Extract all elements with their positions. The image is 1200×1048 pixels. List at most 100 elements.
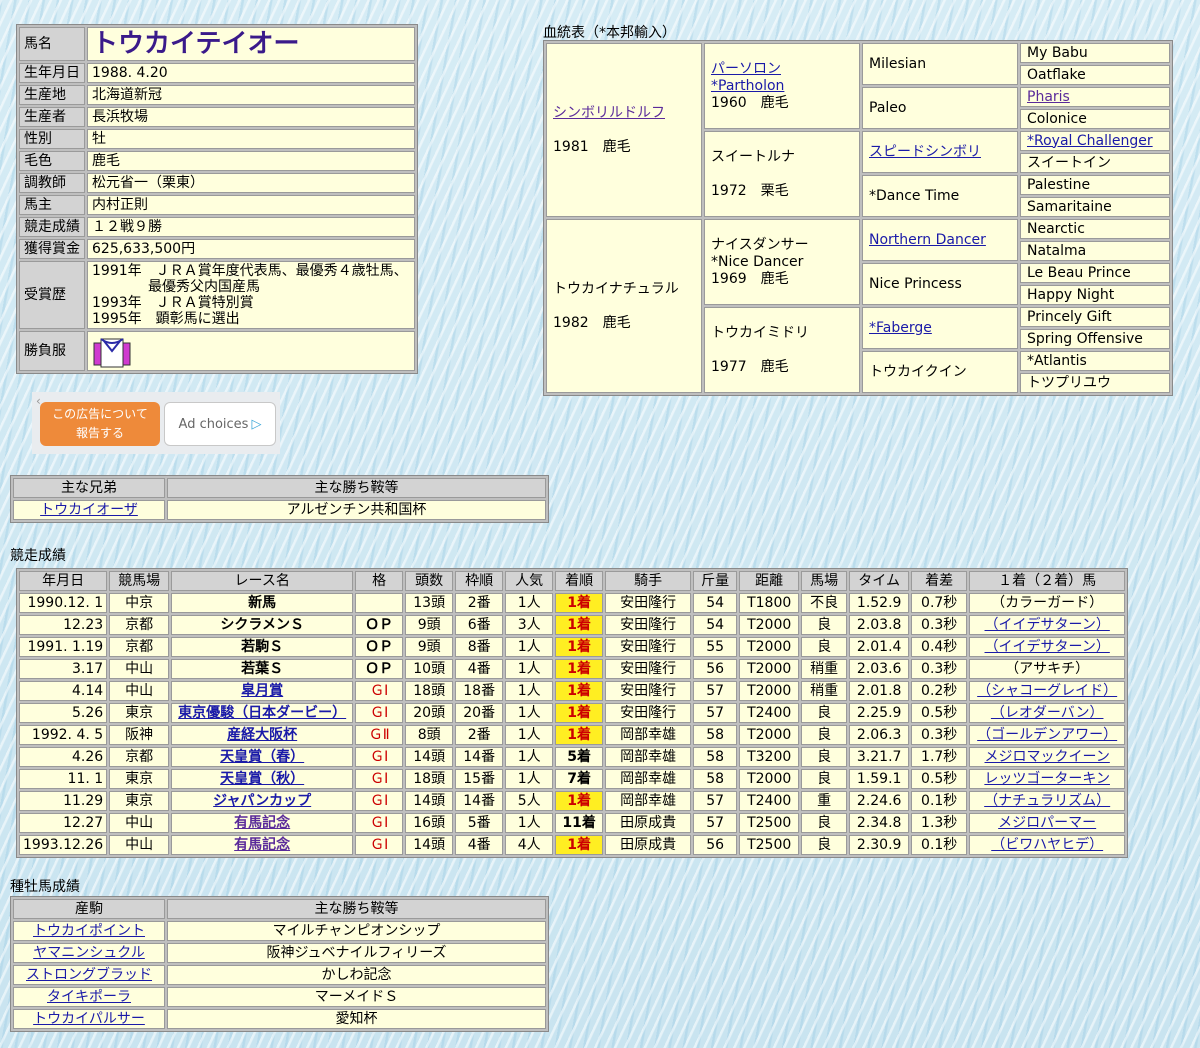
profile-row: 馬名 トウカイテイオー [19, 27, 415, 61]
winner-cell: レッツゴーターキン [969, 769, 1126, 789]
race-link[interactable]: ジャパンカップ [213, 793, 311, 809]
pedigree-g3-1: Paleo [862, 87, 1018, 129]
race-link[interactable]: 東京優駿（日本ダービー） [178, 705, 346, 721]
weight-cell: 54 [693, 615, 738, 635]
course-cell: 中山 [109, 835, 170, 855]
winner-link[interactable]: （ビワハヤヒデ） [991, 837, 1103, 853]
g3-link[interactable]: *Faberge [869, 320, 932, 336]
race-header: レース名 [171, 571, 354, 591]
g4-name: Le Beau Prince [1027, 264, 1131, 281]
profile-value: 長浜牧場 [87, 107, 415, 127]
winner-link[interactable]: メジロパーマー [998, 815, 1096, 831]
race-header: 競馬場 [109, 571, 170, 591]
racing-silks-icon [93, 338, 131, 368]
g3-link[interactable]: Northern Dancer [869, 232, 986, 248]
time-cell: 2.24.6 [849, 791, 910, 811]
pedigree-g4-14: *Atlantis [1020, 351, 1170, 371]
g4-name: My Babu [1027, 44, 1088, 61]
offspring-link[interactable]: トウカイパルサー [33, 1011, 145, 1027]
table-row: 12.23 京都 シクラメンＳ ＯＰ 9頭 6番 3人 1着 安田隆行 54 T2000 良 2.03.… [19, 615, 1126, 635]
ad-choices-button[interactable]: Ad choices ▷ [164, 402, 276, 446]
course-cell: 京都 [109, 747, 170, 767]
winner-link[interactable]: レッツゴーターキン [984, 771, 1110, 787]
race-header: １着（２着）馬 [969, 571, 1126, 591]
jockey-cell: 安田隆行 [605, 593, 692, 613]
weight-cell: 54 [693, 593, 738, 613]
offspring-link[interactable]: ストロングブラッド [26, 967, 152, 983]
award-line: 1991年 ＪＲＡ賞年度代表馬、最優秀４歳牡馬、 [92, 263, 408, 279]
award-line: 1993年 ＪＲＡ賞特別賞 [92, 295, 254, 311]
winner-link[interactable]: （シャコーグレイド） [977, 683, 1117, 699]
jockey-cell: 安田隆行 [605, 615, 692, 635]
winner-link[interactable]: （レオダーバン） [991, 705, 1104, 721]
stud-header: 産駒 [13, 899, 165, 919]
grade-cell: ＧⅠ [355, 681, 404, 701]
finish-cell: 7着 [555, 769, 604, 789]
going-cell: 不良 [801, 593, 848, 613]
weight-cell: 55 [693, 637, 738, 657]
pop-cell: 1人 [505, 725, 554, 745]
g4-name: Palestine [1027, 176, 1091, 193]
g3-name: Milesian [869, 55, 927, 72]
dam-info: 1982 鹿毛 [553, 314, 631, 331]
winner-cell: （イイデサターン） [969, 615, 1126, 635]
finish-cell: 1着 [555, 725, 604, 745]
g4-name: スイートイン [1027, 154, 1111, 171]
race-record-title: 競走成績 [10, 548, 66, 564]
post-cell: 15番 [455, 769, 504, 789]
offspring-link[interactable]: トウカイポイント [33, 923, 145, 939]
date-cell: 4.26 [19, 747, 108, 767]
table-row: ストロングブラッド かしわ記念 [13, 965, 546, 985]
pop-cell: 1人 [505, 659, 554, 679]
margin-cell: 0.1秒 [911, 791, 968, 811]
winner-link[interactable]: （ゴールデンアワー） [977, 727, 1117, 743]
winner-link[interactable]: （ナチュラリズム） [984, 793, 1110, 809]
ad-report-button[interactable]: この広告について報告する [40, 402, 160, 446]
profile-label: 生年月日 [19, 63, 85, 83]
pop-cell: 1人 [505, 637, 554, 657]
time-cell: 2.03.8 [849, 615, 910, 635]
sire-sire-link-en[interactable]: *Partholon [711, 78, 784, 94]
silks-cell [87, 331, 415, 371]
winner-link[interactable]: （イイデサターン） [985, 639, 1110, 655]
race-link[interactable]: 有馬記念 [234, 837, 290, 853]
pop-cell: 5人 [505, 791, 554, 811]
table-row: ヤマニンシュクル 阪神ジュベナイルフィリーズ [13, 943, 546, 963]
finish-cell: 1着 [555, 615, 604, 635]
race-link[interactable]: 皐月賞 [241, 683, 283, 699]
profile-value: 内村正則 [87, 195, 415, 215]
jockey-cell: 安田隆行 [605, 681, 692, 701]
race-header: 馬場 [801, 571, 848, 591]
pedigree-g4-11: Happy Night [1020, 285, 1170, 305]
siblings-table: 主な兄弟 主な勝ち鞍等 トウカイオーザ アルゼンチン共和国杯 [10, 475, 549, 523]
race-link[interactable]: 天皇賞（春） [220, 749, 304, 765]
g4-name: Princely Gift [1027, 308, 1112, 325]
race-record-table: 年月日 競馬場 レース名格頭数 枠順 人気 着順 騎手 斤量 距離 馬場 タイム 着差 １着（２着）馬 … [16, 568, 1129, 858]
race-name-cell: 皐月賞 [171, 681, 354, 701]
course-cell: 中山 [109, 659, 170, 679]
finish-cell: 1着 [555, 637, 604, 657]
jockey-cell: 安田隆行 [605, 659, 692, 679]
pop-cell: 1人 [505, 593, 554, 613]
sire-link[interactable]: シンボリルドルフ [553, 105, 665, 121]
race-link[interactable]: 産経大阪杯 [227, 727, 297, 743]
g4-name: Spring Offensive [1027, 330, 1143, 347]
g4-link[interactable]: Pharis [1027, 89, 1070, 105]
pedigree-g4-10: Le Beau Prince [1020, 263, 1170, 283]
sibling-link[interactable]: トウカイオーザ [40, 502, 138, 518]
offspring-link[interactable]: ヤマニンシュクル [33, 945, 145, 961]
race-link[interactable]: 天皇賞（秋） [220, 771, 304, 787]
post-cell: 4番 [455, 835, 504, 855]
race-link[interactable]: 有馬記念 [234, 815, 290, 831]
winner-link[interactable]: （イイデサターン） [985, 617, 1110, 633]
profile-row: 調教師 松元省一（栗東） [19, 173, 415, 193]
sire-sire-link[interactable]: パーソロン [711, 61, 781, 77]
race-name: シクラメンＳ [220, 617, 304, 633]
profile-label: 勝負服 [19, 331, 85, 371]
winner-link[interactable]: メジロマックイーン [985, 749, 1110, 765]
g3-link[interactable]: スピードシンボリ [869, 144, 981, 160]
g4-link[interactable]: *Royal Challenger [1027, 133, 1153, 149]
offspring-link[interactable]: タイキポーラ [47, 989, 131, 1005]
time-cell: 3.21.7 [849, 747, 910, 767]
offspring-win-cell: かしわ記念 [167, 965, 546, 985]
